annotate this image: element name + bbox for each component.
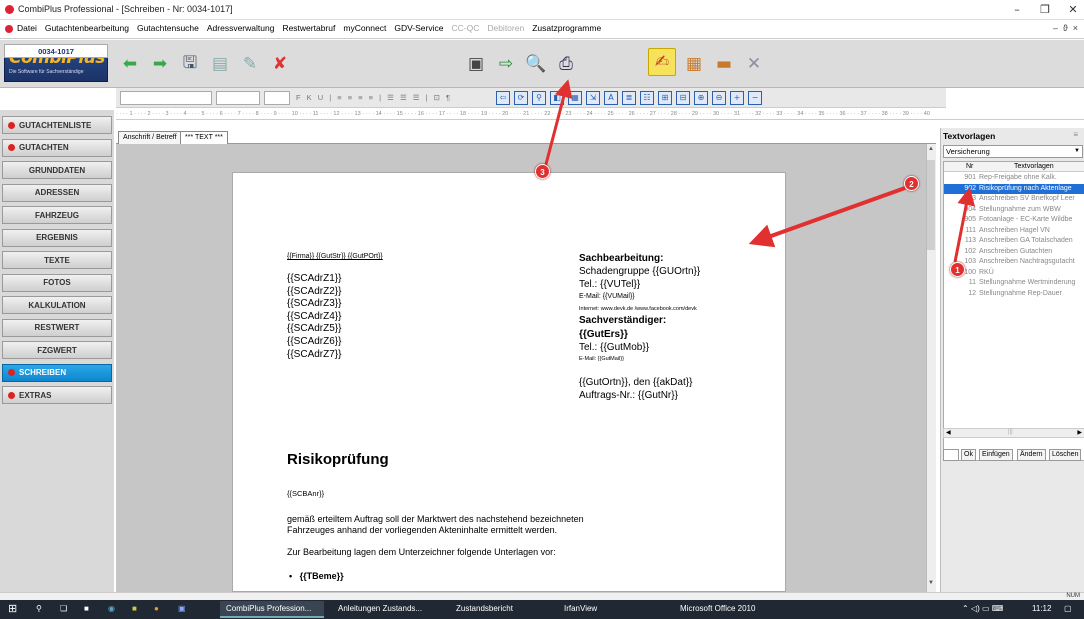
task-view-icon[interactable]: ❏ xyxy=(60,604,67,613)
taskbar-item-irfanview[interactable]: IrfanView xyxy=(560,601,660,618)
taskbar-label-2: Anleitungen Zustands... xyxy=(338,604,423,613)
notification-icon[interactable]: ▢ xyxy=(1064,604,1072,613)
num-lock-indicator: NUM xyxy=(1066,593,1080,599)
annotation-arrows xyxy=(543,79,976,263)
annotation-badge-2: 2 xyxy=(904,176,919,191)
taskbar-item-anleitungen[interactable]: Anleitungen Zustands... xyxy=(334,601,446,618)
windows-start-icon[interactable]: ⊞ xyxy=(8,602,17,615)
pinned-app-icon-3[interactable]: ■ xyxy=(132,604,137,613)
arrow-3 xyxy=(543,79,573,169)
pinned-app-icon-5[interactable]: ▣ xyxy=(178,604,186,613)
pinned-app-icon-1[interactable]: ■ xyxy=(84,604,89,613)
status-bar: NUM xyxy=(0,592,1084,600)
arrow-1 xyxy=(953,187,976,263)
annotation-badge-1: 1 xyxy=(950,262,965,277)
taskbar: ⊞ ⚲ ❏ ■ ◉ ■ ● ▣ CombiPlus Profession... … xyxy=(0,600,1084,619)
taskbar-label-3: Zustandsbericht xyxy=(456,604,513,613)
pinned-app-icon-2[interactable]: ◉ xyxy=(108,604,115,613)
taskbar-label-5: Microsoft Office 2010 xyxy=(680,604,756,613)
annotation-badge-3: 3 xyxy=(535,164,550,179)
taskbar-item-combiplus[interactable]: CombiPlus Profession... xyxy=(220,601,324,618)
clock: 11:12 xyxy=(1032,604,1052,613)
taskbar-item-zustandsbericht[interactable]: Zustandsbericht xyxy=(452,601,552,618)
arrow-2 xyxy=(748,186,906,248)
search-icon[interactable]: ⚲ xyxy=(36,604,42,613)
pinned-app-icon-4[interactable]: ● xyxy=(154,604,159,613)
taskbar-item-office[interactable]: Microsoft Office 2010 xyxy=(676,601,806,618)
system-tray-icons[interactable]: ⌃ ◁) ▭ ⌨ xyxy=(962,604,1003,613)
taskbar-label-4: IrfanView xyxy=(564,604,598,613)
taskbar-label-1: CombiPlus Profession... xyxy=(226,604,312,613)
